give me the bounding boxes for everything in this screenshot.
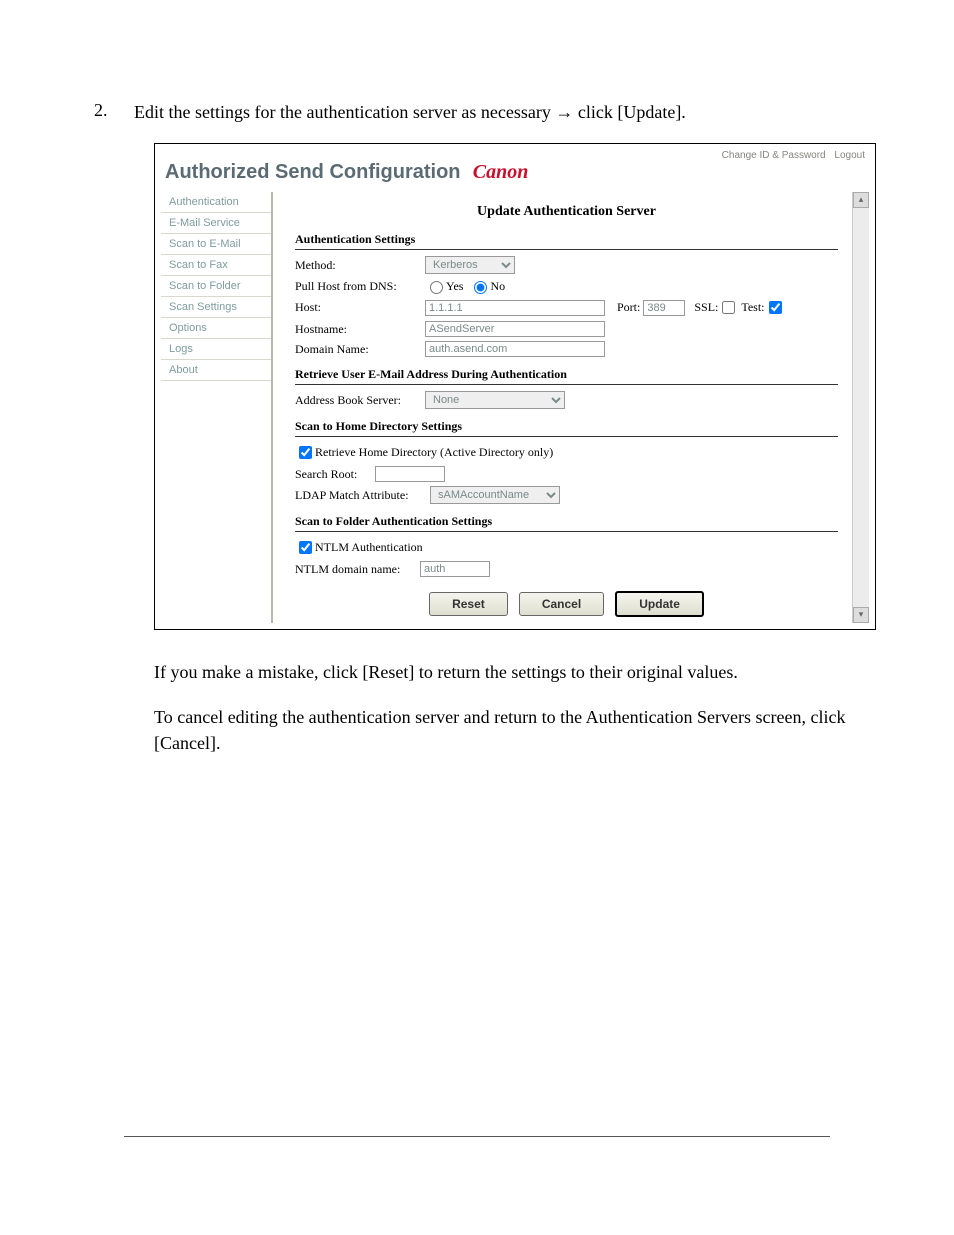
method-label: Method:	[295, 258, 425, 273]
reset-button[interactable]: Reset	[429, 592, 508, 616]
main-panel: Update Authentication Server Authenticat…	[273, 192, 852, 623]
host-input[interactable]	[425, 300, 605, 316]
change-id-link[interactable]: Change ID & Password	[722, 150, 826, 161]
arrow-icon: →	[555, 102, 573, 122]
sidebar-item-authentication[interactable]: Authentication	[161, 192, 271, 213]
section-folder-auth: Scan to Folder Authentication Settings	[295, 514, 838, 532]
ntlm-checkbox[interactable]	[299, 541, 312, 554]
step-text-a: Edit the settings for the authentication…	[134, 102, 555, 122]
canon-logo: Canon	[473, 161, 529, 183]
sidebar-item-scan-settings[interactable]: Scan Settings	[161, 297, 271, 318]
port-label: Port:	[617, 300, 640, 315]
config-screenshot: Change ID & Password Logout Authorized S…	[154, 143, 876, 630]
abs-select[interactable]: None	[425, 391, 565, 409]
app-title: Authorized Send Configuration	[165, 161, 461, 183]
sidebar-item-scan-to-email[interactable]: Scan to E-Mail	[161, 234, 271, 255]
searchroot-label: Search Root:	[295, 467, 375, 482]
ssl-checkbox[interactable]	[722, 301, 735, 314]
dns-yes-text: Yes	[446, 279, 463, 294]
sidebar-item-scan-to-fax[interactable]: Scan to Fax	[161, 255, 271, 276]
scroll-down-icon[interactable]: ▾	[853, 607, 869, 623]
section-retrieve-email: Retrieve User E-Mail Address During Auth…	[295, 367, 838, 385]
domain-input[interactable]	[425, 341, 605, 357]
host-label: Host:	[295, 300, 425, 315]
test-checkbox[interactable]	[769, 301, 782, 314]
page-heading: Update Authentication Server	[295, 204, 838, 220]
retrieve-home-label: Retrieve Home Directory (Active Director…	[315, 445, 553, 460]
step-text-b: click [Update].	[573, 102, 685, 122]
sidebar-item-email-service[interactable]: E-Mail Service	[161, 213, 271, 234]
dns-no-radio[interactable]	[474, 281, 487, 294]
port-input[interactable]	[643, 300, 685, 316]
scrollbar[interactable]: ▴ ▾	[852, 192, 869, 623]
ntlm-label: NTLM Authentication	[315, 540, 423, 555]
paragraph-reset: If you make a mistake, click [Reset] to …	[154, 660, 870, 685]
retrieve-home-checkbox[interactable]	[299, 446, 312, 459]
sidebar-item-options[interactable]: Options	[161, 318, 271, 339]
method-select[interactable]: Kerberos	[425, 256, 515, 274]
paragraph-cancel: To cancel editing the authentication ser…	[154, 705, 870, 755]
sidebar-item-scan-to-folder[interactable]: Scan to Folder	[161, 276, 271, 297]
scroll-up-icon[interactable]: ▴	[853, 192, 869, 208]
ldap-label: LDAP Match Attribute:	[295, 488, 430, 503]
test-label: Test:	[741, 300, 764, 315]
hostname-input[interactable]	[425, 321, 605, 337]
section-home-dir: Scan to Home Directory Settings	[295, 419, 838, 437]
ldap-select[interactable]: sAMAccountName	[430, 486, 560, 504]
domain-label: Domain Name:	[295, 342, 425, 357]
section-auth-settings: Authentication Settings	[295, 232, 838, 250]
step-number: 2.	[84, 100, 134, 125]
footer-rule	[124, 1136, 830, 1137]
ntlm-domain-input[interactable]	[420, 561, 490, 577]
ssl-label: SSL:	[694, 300, 718, 315]
ntlm-domain-label: NTLM domain name:	[295, 562, 420, 577]
hostname-label: Hostname:	[295, 322, 425, 337]
sidebar-item-about[interactable]: About	[161, 360, 271, 381]
step-text: Edit the settings for the authentication…	[134, 100, 686, 125]
sidebar: Authentication E-Mail Service Scan to E-…	[161, 192, 273, 623]
sidebar-item-logs[interactable]: Logs	[161, 339, 271, 360]
dns-yes-radio[interactable]	[430, 281, 443, 294]
logout-link[interactable]: Logout	[834, 150, 865, 161]
cancel-button[interactable]: Cancel	[519, 592, 604, 616]
dns-label: Pull Host from DNS:	[295, 279, 425, 294]
dns-no-text: No	[490, 279, 505, 294]
update-button[interactable]: Update	[615, 591, 704, 617]
searchroot-input[interactable]	[375, 466, 445, 482]
abs-label: Address Book Server:	[295, 393, 425, 408]
